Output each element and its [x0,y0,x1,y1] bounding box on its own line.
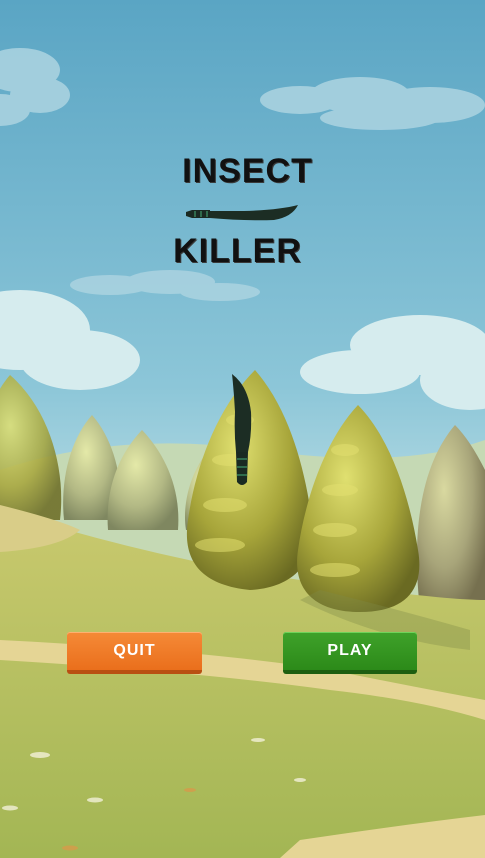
machete-icon [186,205,298,221]
play-button[interactable]: PLAY [283,632,417,674]
game-title-line1: INSECT [182,152,313,190]
quit-button[interactable]: QUIT [67,632,202,674]
machete-icon [232,374,252,485]
game-scene: INSECT KILLER QUIT PLAY [0,0,485,858]
game-title-line2: KILLER [173,232,302,270]
